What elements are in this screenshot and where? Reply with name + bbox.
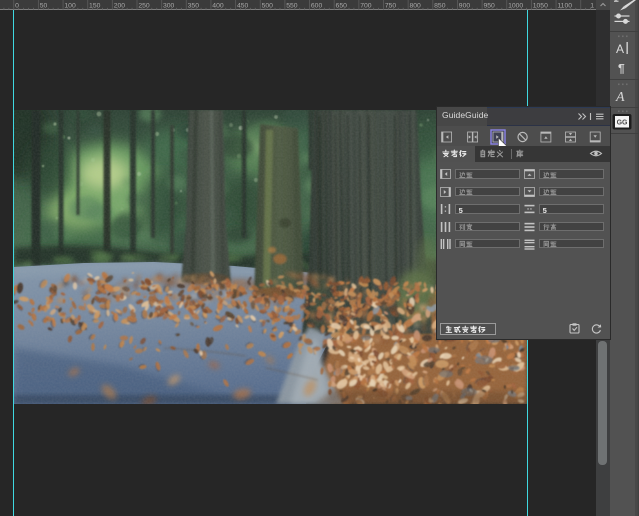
svg-text:800: 800 <box>410 2 422 9</box>
svg-text:300: 300 <box>163 2 175 9</box>
svg-text:900: 900 <box>459 2 471 9</box>
svg-text:¶: ¶ <box>618 62 625 76</box>
svg-text:550: 550 <box>286 2 298 9</box>
svg-text:600: 600 <box>311 2 323 9</box>
svg-text:400: 400 <box>212 2 224 9</box>
svg-text:100: 100 <box>64 2 76 9</box>
svg-text:1100: 1100 <box>557 2 572 9</box>
svg-text:750: 750 <box>385 2 397 9</box>
svg-text:200: 200 <box>114 2 126 9</box>
svg-text:700: 700 <box>360 2 372 9</box>
svg-text:450: 450 <box>237 2 249 9</box>
svg-text:250: 250 <box>138 2 150 9</box>
svg-text:A: A <box>616 42 624 56</box>
svg-text:850: 850 <box>434 2 446 9</box>
svg-text:950: 950 <box>483 2 495 9</box>
svg-text:150: 150 <box>89 2 101 9</box>
svg-text:650: 650 <box>336 2 348 9</box>
svg-text:A: A <box>615 90 625 105</box>
svg-text:350: 350 <box>188 2 200 9</box>
svg-text:500: 500 <box>262 2 274 9</box>
svg-text:GG: GG <box>617 120 628 127</box>
